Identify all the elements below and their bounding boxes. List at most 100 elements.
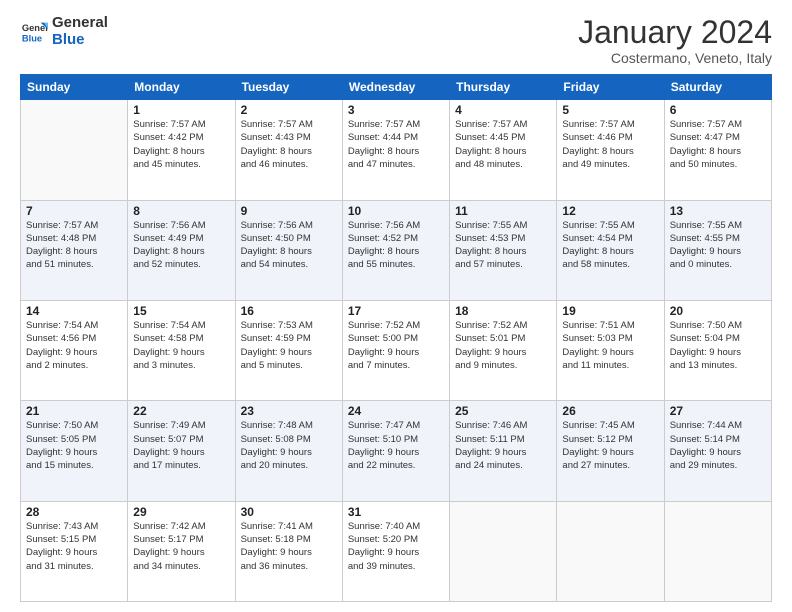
day-number: 9 [241,204,337,218]
calendar-cell: 21Sunrise: 7:50 AMSunset: 5:05 PMDayligh… [21,401,128,501]
day-info: Sunrise: 7:41 AMSunset: 5:18 PMDaylight:… [241,520,337,573]
calendar-cell: 30Sunrise: 7:41 AMSunset: 5:18 PMDayligh… [235,501,342,601]
day-info: Sunrise: 7:57 AMSunset: 4:43 PMDaylight:… [241,118,337,171]
day-info: Sunrise: 7:57 AMSunset: 4:47 PMDaylight:… [670,118,766,171]
day-info: Sunrise: 7:57 AMSunset: 4:46 PMDaylight:… [562,118,658,171]
calendar-table: Sunday Monday Tuesday Wednesday Thursday… [20,74,772,602]
header: General Blue General Blue January 2024 C… [20,15,772,66]
calendar-cell: 2Sunrise: 7:57 AMSunset: 4:43 PMDaylight… [235,100,342,200]
calendar-cell: 31Sunrise: 7:40 AMSunset: 5:20 PMDayligh… [342,501,449,601]
day-number: 22 [133,404,229,418]
calendar-cell: 6Sunrise: 7:57 AMSunset: 4:47 PMDaylight… [664,100,771,200]
calendar-cell [557,501,664,601]
calendar-cell: 16Sunrise: 7:53 AMSunset: 4:59 PMDayligh… [235,300,342,400]
day-info: Sunrise: 7:52 AMSunset: 5:01 PMDaylight:… [455,319,551,372]
calendar-cell: 26Sunrise: 7:45 AMSunset: 5:12 PMDayligh… [557,401,664,501]
day-info: Sunrise: 7:52 AMSunset: 5:00 PMDaylight:… [348,319,444,372]
day-info: Sunrise: 7:53 AMSunset: 4:59 PMDaylight:… [241,319,337,372]
calendar-cell: 12Sunrise: 7:55 AMSunset: 4:54 PMDayligh… [557,200,664,300]
day-number: 23 [241,404,337,418]
day-info: Sunrise: 7:44 AMSunset: 5:14 PMDaylight:… [670,419,766,472]
day-info: Sunrise: 7:40 AMSunset: 5:20 PMDaylight:… [348,520,444,573]
day-info: Sunrise: 7:54 AMSunset: 4:56 PMDaylight:… [26,319,122,372]
header-row: Sunday Monday Tuesday Wednesday Thursday… [21,75,772,100]
calendar-cell: 15Sunrise: 7:54 AMSunset: 4:58 PMDayligh… [128,300,235,400]
day-info: Sunrise: 7:56 AMSunset: 4:50 PMDaylight:… [241,219,337,272]
calendar-cell: 11Sunrise: 7:55 AMSunset: 4:53 PMDayligh… [450,200,557,300]
title-block: January 2024 Costermano, Veneto, Italy [578,15,772,66]
logo-blue-text: Blue [52,32,108,49]
calendar-cell [664,501,771,601]
day-number: 19 [562,304,658,318]
logo-icon: General Blue [20,18,48,46]
col-thursday: Thursday [450,75,557,100]
calendar-header: Sunday Monday Tuesday Wednesday Thursday… [21,75,772,100]
day-number: 5 [562,103,658,117]
day-number: 1 [133,103,229,117]
day-info: Sunrise: 7:50 AMSunset: 5:04 PMDaylight:… [670,319,766,372]
subtitle: Costermano, Veneto, Italy [578,50,772,66]
day-info: Sunrise: 7:55 AMSunset: 4:53 PMDaylight:… [455,219,551,272]
day-info: Sunrise: 7:57 AMSunset: 4:48 PMDaylight:… [26,219,122,272]
calendar-week-3: 21Sunrise: 7:50 AMSunset: 5:05 PMDayligh… [21,401,772,501]
calendar-cell: 4Sunrise: 7:57 AMSunset: 4:45 PMDaylight… [450,100,557,200]
calendar-cell: 17Sunrise: 7:52 AMSunset: 5:00 PMDayligh… [342,300,449,400]
day-info: Sunrise: 7:57 AMSunset: 4:45 PMDaylight:… [455,118,551,171]
calendar-body: 1Sunrise: 7:57 AMSunset: 4:42 PMDaylight… [21,100,772,602]
calendar-cell: 1Sunrise: 7:57 AMSunset: 4:42 PMDaylight… [128,100,235,200]
page: General Blue General Blue January 2024 C… [0,0,792,612]
day-number: 27 [670,404,766,418]
day-number: 15 [133,304,229,318]
calendar-cell [21,100,128,200]
main-title: January 2024 [578,15,772,50]
calendar-cell: 29Sunrise: 7:42 AMSunset: 5:17 PMDayligh… [128,501,235,601]
day-info: Sunrise: 7:55 AMSunset: 4:55 PMDaylight:… [670,219,766,272]
calendar-cell: 22Sunrise: 7:49 AMSunset: 5:07 PMDayligh… [128,401,235,501]
calendar-cell: 23Sunrise: 7:48 AMSunset: 5:08 PMDayligh… [235,401,342,501]
day-number: 16 [241,304,337,318]
calendar-cell: 19Sunrise: 7:51 AMSunset: 5:03 PMDayligh… [557,300,664,400]
day-info: Sunrise: 7:48 AMSunset: 5:08 PMDaylight:… [241,419,337,472]
svg-text:Blue: Blue [22,33,42,43]
day-info: Sunrise: 7:43 AMSunset: 5:15 PMDaylight:… [26,520,122,573]
day-number: 4 [455,103,551,117]
calendar-cell: 28Sunrise: 7:43 AMSunset: 5:15 PMDayligh… [21,501,128,601]
day-number: 3 [348,103,444,117]
day-number: 17 [348,304,444,318]
col-saturday: Saturday [664,75,771,100]
day-info: Sunrise: 7:51 AMSunset: 5:03 PMDaylight:… [562,319,658,372]
calendar-week-4: 28Sunrise: 7:43 AMSunset: 5:15 PMDayligh… [21,501,772,601]
calendar-week-1: 7Sunrise: 7:57 AMSunset: 4:48 PMDaylight… [21,200,772,300]
day-info: Sunrise: 7:42 AMSunset: 5:17 PMDaylight:… [133,520,229,573]
day-number: 26 [562,404,658,418]
day-number: 24 [348,404,444,418]
calendar-cell: 14Sunrise: 7:54 AMSunset: 4:56 PMDayligh… [21,300,128,400]
calendar-cell: 3Sunrise: 7:57 AMSunset: 4:44 PMDaylight… [342,100,449,200]
day-info: Sunrise: 7:45 AMSunset: 5:12 PMDaylight:… [562,419,658,472]
calendar-cell: 7Sunrise: 7:57 AMSunset: 4:48 PMDaylight… [21,200,128,300]
day-number: 20 [670,304,766,318]
day-info: Sunrise: 7:49 AMSunset: 5:07 PMDaylight:… [133,419,229,472]
day-number: 13 [670,204,766,218]
day-info: Sunrise: 7:57 AMSunset: 4:42 PMDaylight:… [133,118,229,171]
day-number: 14 [26,304,122,318]
day-number: 6 [670,103,766,117]
day-info: Sunrise: 7:55 AMSunset: 4:54 PMDaylight:… [562,219,658,272]
day-number: 30 [241,505,337,519]
day-number: 18 [455,304,551,318]
col-wednesday: Wednesday [342,75,449,100]
calendar-cell: 18Sunrise: 7:52 AMSunset: 5:01 PMDayligh… [450,300,557,400]
calendar-cell: 25Sunrise: 7:46 AMSunset: 5:11 PMDayligh… [450,401,557,501]
calendar-cell: 8Sunrise: 7:56 AMSunset: 4:49 PMDaylight… [128,200,235,300]
day-info: Sunrise: 7:57 AMSunset: 4:44 PMDaylight:… [348,118,444,171]
calendar-cell: 10Sunrise: 7:56 AMSunset: 4:52 PMDayligh… [342,200,449,300]
col-tuesday: Tuesday [235,75,342,100]
col-monday: Monday [128,75,235,100]
col-friday: Friday [557,75,664,100]
col-sunday: Sunday [21,75,128,100]
day-number: 25 [455,404,551,418]
calendar-week-0: 1Sunrise: 7:57 AMSunset: 4:42 PMDaylight… [21,100,772,200]
day-number: 11 [455,204,551,218]
day-number: 29 [133,505,229,519]
calendar-cell: 5Sunrise: 7:57 AMSunset: 4:46 PMDaylight… [557,100,664,200]
